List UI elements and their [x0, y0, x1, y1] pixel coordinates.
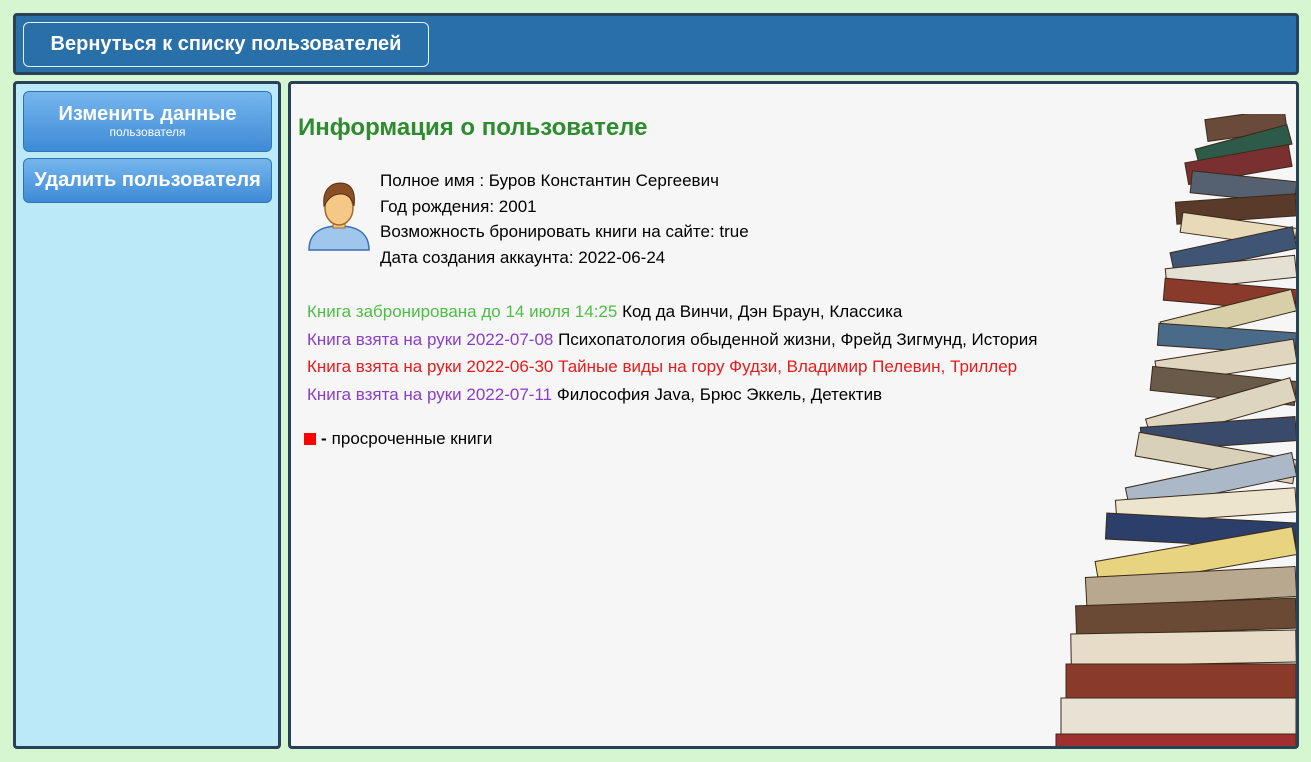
overdue-legend: - просроченные книги	[304, 429, 492, 449]
book-stack-image	[1055, 114, 1296, 746]
top-header: Вернуться к списку пользователей	[13, 13, 1299, 75]
book-details: Психопатология обыденной жизни, Фрейд Зи…	[553, 329, 1038, 349]
book-details: Код да Винчи, Дэн Браун, Классика	[617, 302, 903, 321]
book-details: Тайные виды на гору Фудзи, Владимир Пеле…	[553, 357, 1018, 377]
list-item: Книга забронирована до 14 июля 14:25 Код…	[307, 298, 1037, 326]
delete-user-button[interactable]: Удалить пользователя	[23, 158, 272, 203]
legend-text: просроченные книги	[331, 429, 493, 448]
edit-user-button[interactable]: Изменить данные пользователя	[23, 91, 272, 152]
book-status: Книга взята на руки 2022-07-11	[307, 385, 553, 405]
book-status: Книга взята на руки 2022-07-08	[307, 329, 554, 349]
edit-user-sublabel: пользователя	[109, 125, 186, 139]
birth-year: Год рождения: 2001	[380, 196, 537, 216]
book-details: Философия Java, Брюс Эккель, Детектив	[552, 385, 883, 405]
red-square-icon	[304, 433, 316, 445]
page-title: Информация о пользователе	[298, 114, 648, 141]
full-name: Полное имя : Буров Константин Сергеевич	[380, 171, 719, 190]
book-status: Книга забронирована до 14 июля 14:25	[307, 302, 618, 321]
account-created-date: Дата создания аккаунта: 2022-06-24	[380, 247, 666, 267]
sidebar: Изменить данные пользователя Удалить пол…	[13, 81, 281, 749]
user-info-panel: Информация о пользователе Полное имя : Б…	[288, 81, 1299, 749]
legend-dash: -	[321, 429, 327, 448]
user-books-list: Книга забронирована до 14 июля 14:25 Код…	[307, 298, 1037, 409]
edit-user-label: Изменить данные	[58, 103, 237, 125]
list-item: Книга взята на руки 2022-07-08 Психопато…	[307, 326, 1037, 354]
back-to-users-button[interactable]: Вернуться к списку пользователей	[23, 22, 429, 67]
list-item: Книга взята на руки 2022-06-30 Тайные ви…	[307, 353, 1037, 381]
booking-permission: Возможность бронировать книги на сайте: …	[380, 222, 749, 241]
user-info-block: Полное имя : Буров Константин Сергеевич …	[380, 168, 749, 270]
list-item: Книга взята на руки 2022-07-11 Философия…	[307, 381, 1037, 409]
user-avatar-icon	[308, 182, 370, 251]
book-status: Книга взята на руки 2022-06-30	[307, 357, 554, 377]
